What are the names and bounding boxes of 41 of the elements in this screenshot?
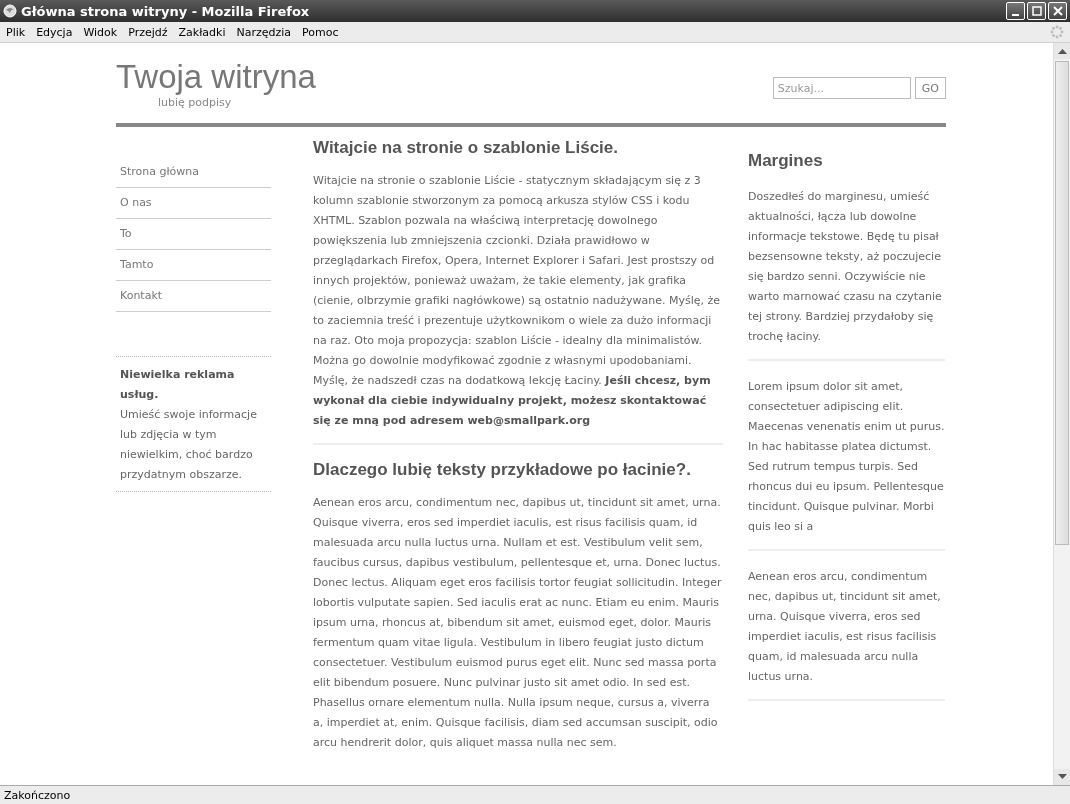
search-field[interactable]: Szukaj...: [772, 77, 911, 99]
nav-link[interactable]: Strona główna: [116, 157, 271, 188]
browser-logo-icon: [3, 4, 17, 18]
sidebar-heading: Margines: [748, 150, 824, 172]
close-icon: [1052, 6, 1063, 16]
menu-item[interactable]: Przejdź: [128, 25, 175, 39]
status-text: Zakończono: [4, 788, 71, 802]
menu-item[interactable]: Pomoc: [302, 25, 346, 39]
ad-title: Niewielka reklama usług.: [120, 367, 236, 403]
article-paragraph: Aenean eros arcu, condimentum nec, dapibus ut, tincidunt sit amet, urna. Quisque viverra, eros sed imperdiet iaculis, est risus facilisis quam, id malesuada arcu nulla luctus urna. Nullam et est. Vestibulum velit sem, faucibus cursus, dapibus vestibulum, pellentesque et, urna. Donec luctus. Donec lectus. Aliquam eget eros facilisis tortor feugiat sollicitudin. Integer lobortis vulputate sapien. Sed iaculis erat ac nunc. Etiam eu enim. Mauris ipsum urna, rhoncus at, bibendum sit amet, euismod eget, dolor. Mauris fermentum quam vitae ligula. Vestibulum in libero feugiat justo dictum consectetuer. Vestibulum euismod purus eget elit. Nunc sed massa porta elit bibendum posuere. Nunc pulvinar justo sit amet odio. In sed est. Phasellus ornare elementum nulla. Nulla ipsum neque, cursus a, viverra a, imperdiet at, enim. Quisque facilisis, diam sed accumsan suscipit, odio arcu hendrerit dolor, quis aliquet massa nulla nec sem.: [313, 495, 723, 751]
down-arrow-icon: [1057, 774, 1067, 780]
scrollbar-thumb[interactable]: [1055, 61, 1069, 545]
ad-text: Umieść swoje informacje lub zdjęcia w tym niewielkim, choć bardzo przydatnym obszarze.: [120, 407, 258, 483]
menu-item[interactable]: Edycja: [36, 25, 80, 39]
scroll-down-button[interactable]: [1054, 769, 1070, 785]
minimize-icon: [1012, 13, 1019, 16]
sidebar-paragraph: Lorem ipsum dolor sit amet, consectetuer adipiscing elit. Maecenas venenatis enim ut purus. In hac habitasse platea dictumst. Sed rutrum tempus turpis. Sed rhoncus dui eu ipsum. Pellentesque tincidunt. Quisque pulvinar. Morbi quis leo si a: [748, 377, 945, 551]
article-paragraph: Witajcie na stronie o szablonie Liście - statycznym składającym się z 3 kolumn szablonie stworzonym za pomocą arkusza stylów CSS i kodu XHTML. Szablon pozwala na właściwą interpretację dowolnego powiększenia lub zmniejszenia czcionki. Działa prawidłowo w przeglądarkach Firefox, Opera, Internet Explorer i Safari. Jest prostszy od innych projektów, ponieważ uważam, że takie elementy, jak grafika (cienie, olbrzymie grafiki nagłówkowe) są ostatnio nadużywane. Myślę, że to zaciemnia treść i prezentuje użytkownikom o wiele za dużo informacji na raz. Oto moja propozycja: szablon Liście - idealny dla minimalistów. Można go dowolnie modyfikować zgodnie z własnymi upodobaniami. Myślę, że nadszedł czas na dodatkową lekcję Łaciny. Jeśli chcesz, bym wykonał dla ciebie indywidualny projekt, możesz skontaktować się ze mną pod adresem web@smallpark.org: [313, 173, 722, 429]
menu-item[interactable]: Plik: [6, 25, 33, 39]
sidebar-paragraph: Doszedłeś do marginesu, umieść aktualności, łącza lub dowolne informacje tekstowe. Będę tu pisał bezsensowne teksty, aż poczujecie się bardzo senni. Oczywiście nie warto marnować czasu na czytanie tej strony. Bardziej przydałoby się trochę łaciny.: [748, 187, 945, 361]
window-title: Główna strona witryny - Mozilla Firefox: [21, 3, 311, 19]
sidebar-paragraph: Aenean eros arcu, condimentum nec, dapibus ut, tincidunt sit amet, urna. Quisque viverra, eros sed imperdiet iaculis, est risus facilisis quam, id malesuada arcu nulla luctus urna.: [748, 567, 945, 701]
close-button[interactable]: [1048, 2, 1067, 20]
minimize-button[interactable]: [1006, 2, 1025, 20]
scroll-up-button[interactable]: [1054, 43, 1070, 59]
nav-link[interactable]: Kontakt: [116, 281, 271, 312]
menu-item[interactable]: Zakładki: [178, 25, 233, 39]
site-title: Twoja witryna: [116, 59, 316, 95]
maximize-button[interactable]: [1027, 2, 1046, 20]
menu-item[interactable]: Widok: [83, 25, 125, 39]
search-button[interactable]: GO: [914, 77, 946, 99]
menu-item[interactable]: Narzędzia: [236, 25, 299, 39]
maximize-icon: [1031, 6, 1042, 16]
throbber-icon: [1050, 25, 1064, 39]
up-arrow-icon: [1057, 48, 1067, 54]
site-tagline: lubię podpisy: [158, 95, 233, 111]
article-heading: Witajcie na stronie o szablonie Liście.: [313, 137, 619, 159]
nav-link[interactable]: O nas: [116, 188, 271, 219]
nav-link[interactable]: To: [116, 219, 271, 250]
article-heading: Dlaczego lubię teksty przykładowe po łacinie?.: [313, 459, 692, 481]
nav-link[interactable]: Tamto: [116, 250, 271, 281]
